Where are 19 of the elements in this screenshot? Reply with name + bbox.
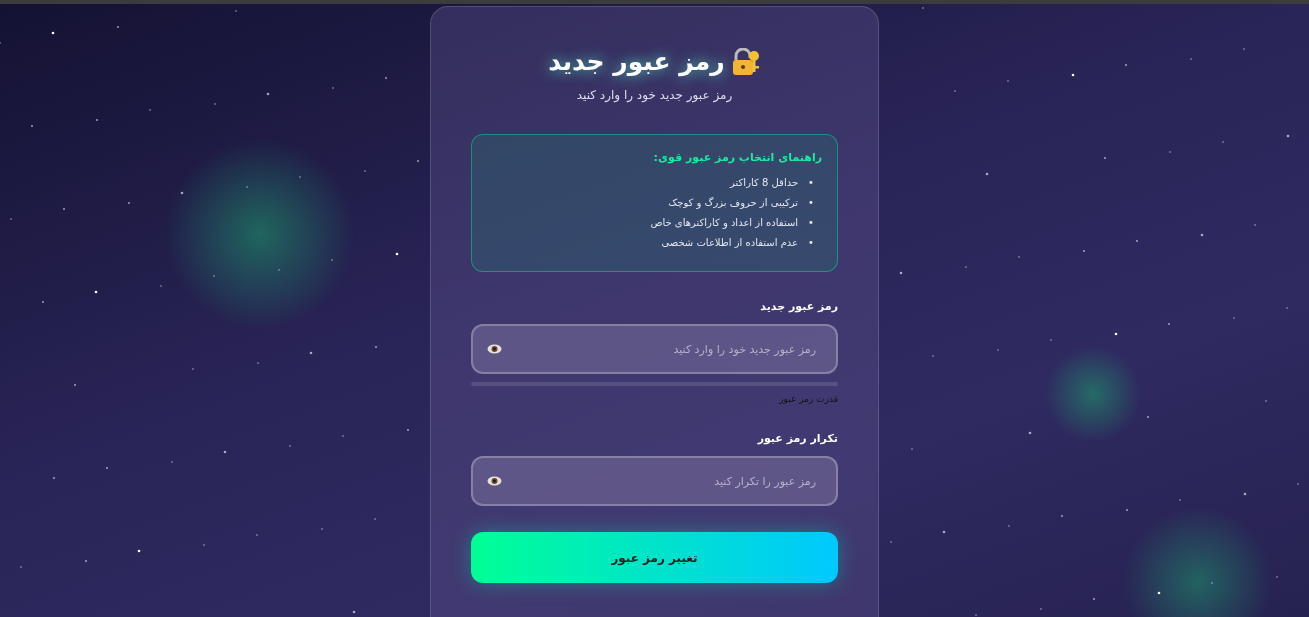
eye-icon[interactable] (487, 476, 502, 486)
tip-text: عدم استفاده از اطلاعات شخصی (661, 236, 799, 250)
page-title: رمز عبور جدید (548, 47, 725, 76)
bullet: • (808, 176, 814, 190)
bullet: • (808, 216, 814, 230)
password-field[interactable]: رمز عبور را تکرار کنید (471, 456, 838, 506)
submit-button[interactable]: تغییر رمز عبور (471, 532, 838, 583)
tips-title: راهنمای انتخاب رمز عبور قوی: (652, 151, 822, 164)
tip-text: حداقل 8 کاراکتر (730, 176, 799, 190)
eye-icon[interactable] (487, 344, 502, 354)
bullet: • (808, 236, 814, 250)
subtitle: رمز عبور جدید خود را وارد کنید (575, 88, 734, 102)
field-label: رمز عبور جدید (759, 300, 838, 313)
strength-label: قدرت رمز عبور (778, 394, 838, 404)
password-field[interactable]: رمز عبور جدید خود را وارد کنید (471, 324, 838, 374)
tip-text: ترکیبی از حروف بزرگ و کوچک (668, 196, 799, 211)
bullet: • (808, 196, 814, 210)
tip-text: استفاده از اعداد و کاراکترهای خاص (650, 216, 799, 231)
field-label: تکرار رمز عبور (756, 432, 838, 445)
